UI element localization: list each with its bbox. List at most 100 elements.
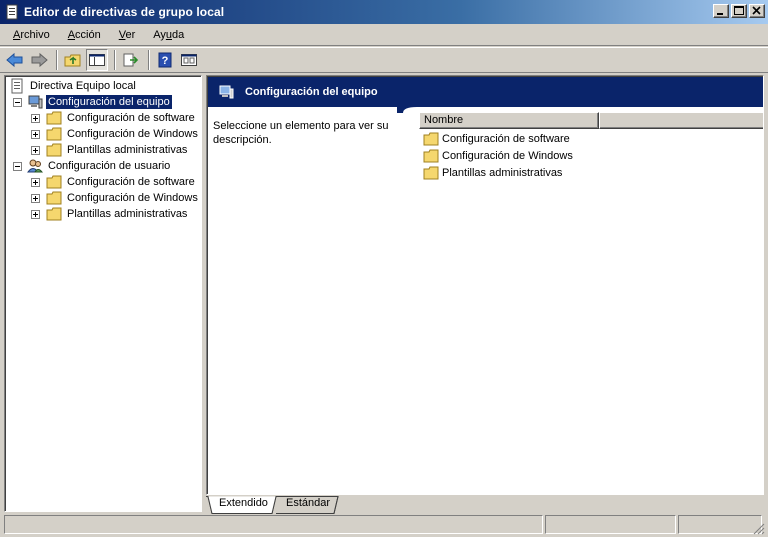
menu-label-post: cción <box>75 28 101 41</box>
expand-icon[interactable] <box>31 129 40 139</box>
details-header-title: Configuración del equipo <box>245 86 378 98</box>
folder-icon <box>46 206 62 222</box>
expand-icon[interactable] <box>31 177 40 187</box>
show-hide-tree-button[interactable] <box>86 49 108 71</box>
status-panel-main <box>4 515 543 534</box>
menu-ayuda[interactable]: Ayuda <box>144 27 193 43</box>
tab-standard[interactable]: Estándar <box>278 496 338 513</box>
tree-node-cc-admin-templates[interactable]: Plantillas administrativas <box>31 142 189 158</box>
resize-grip-icon[interactable] <box>753 523 765 535</box>
menu-accion[interactable]: Acción <box>59 27 110 43</box>
menu-archivo[interactable]: Archivo <box>4 27 59 43</box>
tree-node-uc-software[interactable]: Configuración de software <box>31 174 197 190</box>
toolbar-separator <box>148 50 150 70</box>
folder-icon <box>423 148 439 164</box>
tree-node-label: Configuración de software <box>67 176 195 188</box>
maximize-icon <box>734 6 744 15</box>
expand-icon[interactable] <box>31 209 40 219</box>
help-icon: ? <box>158 52 172 68</box>
details-header: Configuración del equipo <box>208 77 763 107</box>
window-title: Editor de directivas de grupo local <box>24 5 225 19</box>
collapse-icon[interactable] <box>13 161 22 171</box>
items-list[interactable]: Nombre Configuración de software Configu… <box>419 112 763 494</box>
collapse-icon[interactable] <box>13 97 22 107</box>
tree-pane[interactable]: Directiva Equipo local Configuración del… <box>4 75 202 512</box>
forward-button[interactable] <box>28 49 50 71</box>
status-bar <box>0 515 768 537</box>
export-list-button[interactable] <box>120 49 142 71</box>
show-hide-tree-icon <box>89 54 105 66</box>
help-button[interactable]: ? <box>154 49 176 71</box>
tree-node-user-config[interactable]: Configuración de usuario <box>13 158 172 174</box>
list-item-label: Configuración de Windows <box>442 150 573 162</box>
details-pane[interactable]: Configuración del equipo Seleccione un e… <box>206 75 764 495</box>
export-list-icon <box>123 53 139 67</box>
minimize-button[interactable] <box>713 4 729 18</box>
close-icon <box>752 6 761 15</box>
maximize-button[interactable] <box>731 4 747 18</box>
users-icon <box>27 158 44 174</box>
expand-icon[interactable] <box>31 193 40 203</box>
menu-accel: A <box>67 28 76 41</box>
minimize-icon <box>717 13 723 15</box>
list-column-headers: Nombre <box>419 112 763 129</box>
list-item[interactable]: Configuración de software <box>423 131 570 147</box>
folder-icon <box>423 131 439 147</box>
tree-node-label: Configuración del equipo <box>45 94 173 110</box>
tree-node-label: Configuración de Windows <box>67 128 198 140</box>
forward-arrow-icon <box>31 52 48 68</box>
folder-icon <box>46 174 62 190</box>
back-button[interactable] <box>4 49 26 71</box>
column-header-name[interactable]: Nombre <box>419 112 599 129</box>
menu-label-post: da <box>172 28 185 41</box>
properties-icon <box>181 54 197 66</box>
computer-icon <box>218 84 234 100</box>
svg-text:?: ? <box>162 55 169 67</box>
tree-root-label: Directiva Equipo local <box>30 80 136 92</box>
list-item[interactable]: Plantillas administrativas <box>423 165 562 181</box>
description-text: Seleccione un elemento para ver su descr… <box>213 120 389 146</box>
list-item-label: Plantillas administrativas <box>442 167 563 179</box>
policy-document-icon <box>9 78 25 94</box>
tree-node-uc-admin-templates[interactable]: Plantillas administrativas <box>31 206 189 222</box>
back-arrow-icon <box>6 52 23 68</box>
computer-icon <box>27 94 43 110</box>
list-item[interactable]: Configuración de Windows <box>423 148 573 164</box>
tree-node-label: Configuración de usuario <box>48 160 171 172</box>
status-panel-3 <box>678 515 762 534</box>
column-header-empty[interactable] <box>599 112 763 129</box>
menu-bar: Archivo Acción Ver Ayuda <box>0 24 768 46</box>
tree-root[interactable]: Directiva Equipo local <box>9 78 138 94</box>
tree-node-cc-software[interactable]: Configuración de software <box>31 110 197 126</box>
tree-node-label: Configuración de software <box>67 112 195 124</box>
menu-label-post: er <box>125 28 136 41</box>
expand-icon[interactable] <box>31 113 40 123</box>
policy-document-icon <box>4 4 20 20</box>
list-item-label: Configuración de software <box>442 133 570 145</box>
close-button[interactable] <box>749 4 765 18</box>
tree-node-computer-config[interactable]: Configuración del equipo <box>13 94 173 110</box>
view-tabs: Extendido Estándar <box>206 496 764 514</box>
tree-node-label: Configuración de Windows <box>67 192 198 204</box>
expand-icon[interactable] <box>31 145 40 155</box>
status-panel-2 <box>545 515 676 534</box>
folder-icon <box>423 165 439 181</box>
folder-icon <box>46 126 62 142</box>
tree-node-cc-windows[interactable]: Configuración de Windows <box>31 126 200 142</box>
menu-label-post: rchivo <box>20 28 50 41</box>
toolbar-separator <box>114 50 116 70</box>
properties-button[interactable] <box>178 49 200 71</box>
toolbar: ? <box>0 47 768 73</box>
folder-icon <box>46 110 62 126</box>
tree-node-label: Plantillas administrativas <box>67 144 188 156</box>
menu-ver[interactable]: Ver <box>110 27 145 43</box>
title-bar[interactable]: Editor de directivas de grupo local <box>0 0 768 24</box>
up-one-level-button[interactable] <box>62 49 84 71</box>
up-folder-icon <box>64 54 81 67</box>
folder-icon <box>46 142 62 158</box>
folder-icon <box>46 190 62 206</box>
toolbar-separator <box>56 50 58 70</box>
tree-node-uc-windows[interactable]: Configuración de Windows <box>31 190 200 206</box>
tab-extended[interactable]: Extendido <box>211 496 276 513</box>
tree-node-label: Plantillas administrativas <box>67 208 188 220</box>
